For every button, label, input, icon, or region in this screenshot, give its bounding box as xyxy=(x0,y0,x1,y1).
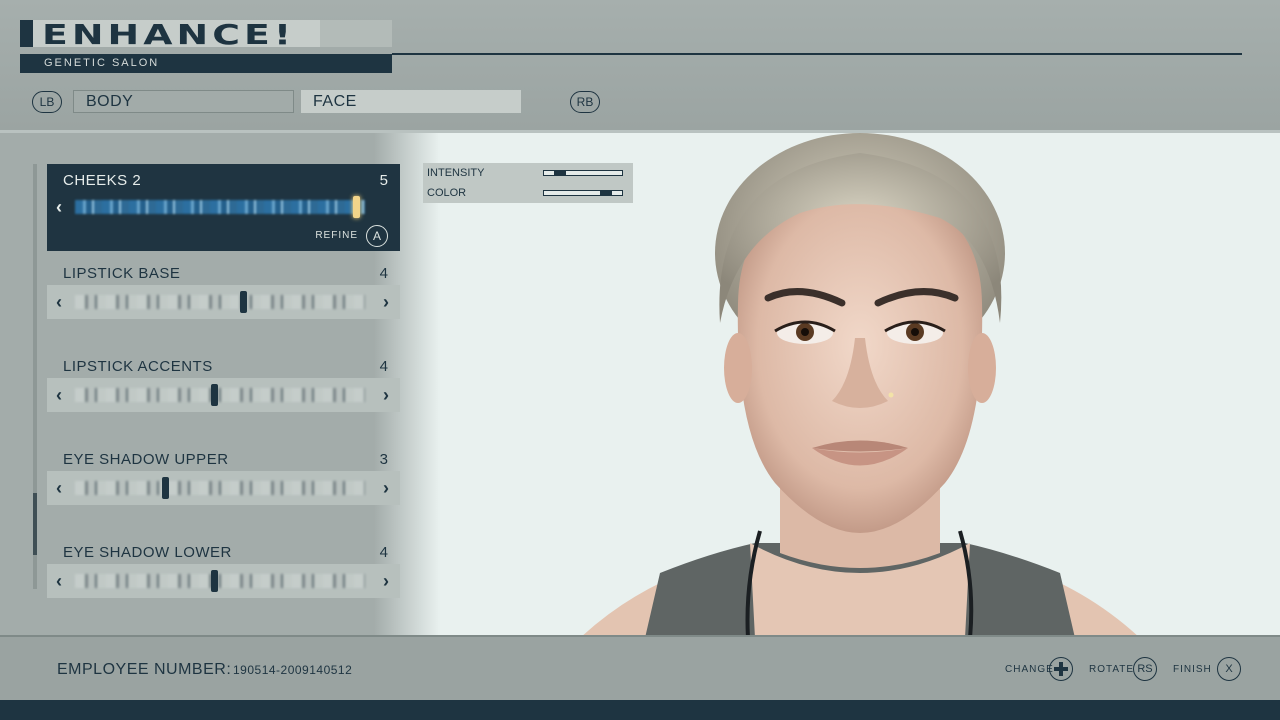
scrollbar-thumb[interactable] xyxy=(33,493,37,555)
employee-number-label: EMPLOYEE NUMBER: xyxy=(57,661,232,678)
refine-button[interactable]: A xyxy=(366,225,388,247)
slider-label: EYE SHADOW LOWER xyxy=(63,544,232,561)
slider-knob[interactable] xyxy=(353,196,361,218)
change-label: CHANGE xyxy=(1005,664,1054,675)
subtitle-bar: GENETIC SALON xyxy=(20,54,392,73)
slider-lipstick-accents[interactable]: LIPSTICK ACCENTS 4 ‹ › xyxy=(47,350,400,412)
dpad-icon[interactable] xyxy=(1049,657,1073,681)
slider-strip[interactable]: ‹ › xyxy=(47,471,400,505)
slider-bar[interactable] xyxy=(75,481,365,495)
slider-bar[interactable] xyxy=(75,574,365,588)
chevron-left-icon[interactable]: ‹ xyxy=(49,292,69,313)
chevron-left-icon[interactable]: ‹ xyxy=(49,197,69,218)
footer: EMPLOYEE NUMBER: 190514-2009140512 CHANG… xyxy=(0,635,1280,700)
slider-bar[interactable] xyxy=(75,388,365,402)
color-label: COLOR xyxy=(427,187,467,199)
logo: ENHANCE! xyxy=(20,18,392,51)
header-divider xyxy=(392,53,1242,55)
slider-value: 4 xyxy=(379,544,388,561)
slider-label: LIPSTICK BASE xyxy=(63,265,181,282)
color-slider[interactable] xyxy=(543,190,623,196)
intensity-slider[interactable] xyxy=(543,170,623,176)
refine-panel: INTENSITY COLOR xyxy=(423,163,633,203)
finish-label: FINISH xyxy=(1173,664,1212,675)
chevron-left-icon[interactable]: ‹ xyxy=(49,478,69,499)
finish-button[interactable]: X xyxy=(1217,657,1241,681)
chevron-right-icon[interactable]: › xyxy=(376,478,396,499)
color-fill xyxy=(600,191,613,195)
slider-label: LIPSTICK ACCENTS xyxy=(63,358,213,375)
slider-value: 5 xyxy=(379,172,388,189)
slider-eye-shadow-lower[interactable]: EYE SHADOW LOWER 4 ‹ › xyxy=(47,536,400,598)
chevron-left-icon[interactable]: ‹ xyxy=(49,385,69,406)
intensity-label: INTENSITY xyxy=(427,167,485,179)
rb-button[interactable]: RB xyxy=(570,91,600,113)
chevron-left-icon[interactable]: ‹ xyxy=(49,571,69,592)
footer-bar xyxy=(0,700,1280,720)
chevron-right-icon[interactable]: › xyxy=(376,571,396,592)
page-subtitle: GENETIC SALON xyxy=(44,57,160,69)
character-preview[interactable]: CHEEKS 2 5 ‹ REFINE A LIPSTICK BASE 4 ‹ … xyxy=(0,130,1280,638)
slider-knob[interactable] xyxy=(161,477,169,499)
character-face-image xyxy=(580,133,1140,638)
slider-value: 4 xyxy=(379,358,388,375)
refine-label: REFINE xyxy=(315,230,358,241)
lb-button[interactable]: LB xyxy=(32,91,62,113)
slider-label: EYE SHADOW UPPER xyxy=(63,451,229,468)
slider-knob[interactable] xyxy=(240,291,248,313)
rotate-button[interactable]: RS xyxy=(1133,657,1157,681)
slider-strip[interactable]: ‹ xyxy=(47,190,400,224)
slider-knob[interactable] xyxy=(211,384,219,406)
slider-label: CHEEKS 2 xyxy=(63,172,142,189)
tab-face[interactable]: FACE xyxy=(301,90,521,113)
slider-strip[interactable]: ‹ › xyxy=(47,564,400,598)
slider-lipstick-base[interactable]: LIPSTICK BASE 4 ‹ › xyxy=(47,257,400,319)
employee-number-value: 190514-2009140512 xyxy=(233,663,353,677)
slider-eye-shadow-upper[interactable]: EYE SHADOW UPPER 3 ‹ › xyxy=(47,443,400,505)
slider-bar[interactable] xyxy=(75,200,365,214)
intensity-fill xyxy=(553,171,566,175)
logo-accent xyxy=(20,20,33,47)
slider-knob[interactable] xyxy=(211,570,219,592)
rotate-label: ROTATE xyxy=(1089,664,1135,675)
chevron-right-icon[interactable]: › xyxy=(376,292,396,313)
logo-text: ENHANCE! xyxy=(42,18,296,51)
slider-cheeks-2[interactable]: CHEEKS 2 5 ‹ REFINE A xyxy=(47,164,400,251)
header: ENHANCE! GENETIC SALON LB BODY FACE RB xyxy=(0,0,1280,130)
chevron-right-icon[interactable]: › xyxy=(376,385,396,406)
slider-strip[interactable]: ‹ › xyxy=(47,378,400,412)
tab-body[interactable]: BODY xyxy=(73,90,294,113)
logo-tail xyxy=(320,20,392,47)
slider-value: 4 xyxy=(379,265,388,282)
slider-bar[interactable] xyxy=(75,295,365,309)
slider-value: 3 xyxy=(379,451,388,468)
slider-strip[interactable]: ‹ › xyxy=(47,285,400,319)
